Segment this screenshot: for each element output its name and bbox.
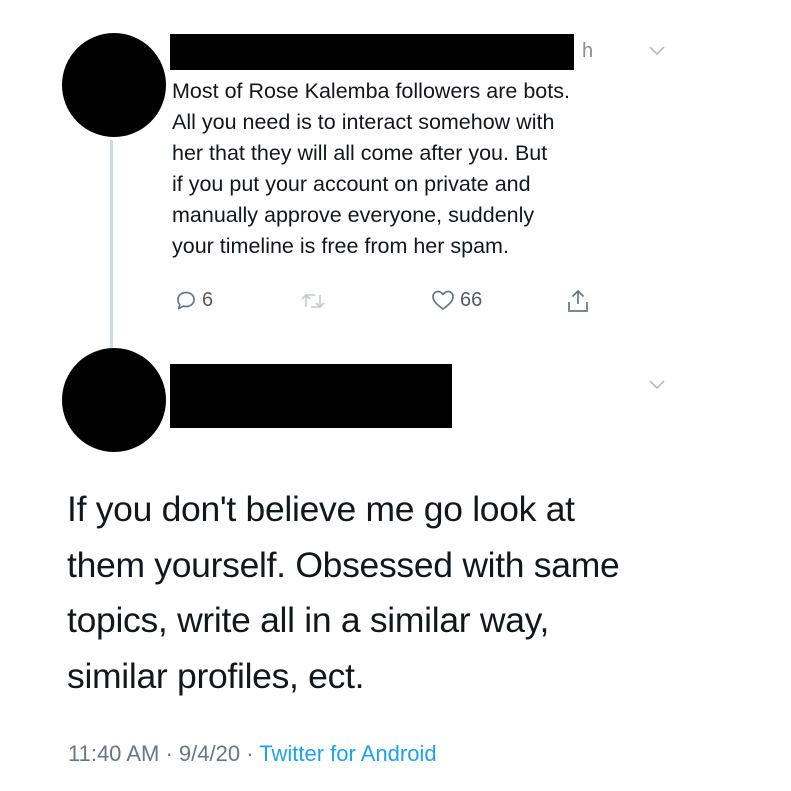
tweet-text: If you don't believe me go look at them … bbox=[67, 489, 620, 696]
reply-count: 6 bbox=[202, 288, 214, 311]
share-icon bbox=[568, 289, 588, 312]
thread-connector-line bbox=[110, 140, 113, 348]
chevron-down-icon[interactable] bbox=[648, 45, 666, 57]
reply-icon bbox=[177, 291, 195, 310]
retweet-icon bbox=[301, 293, 325, 309]
tweet-metadata: 11:40 AM · 9/4/20 · Twitter for Android bbox=[68, 741, 437, 767]
separator: · bbox=[246, 741, 254, 766]
chevron-down-icon[interactable] bbox=[648, 379, 666, 391]
header-fragment: h bbox=[582, 40, 594, 62]
share-button[interactable] bbox=[566, 288, 590, 314]
tweet-source-link[interactable]: Twitter for Android bbox=[259, 741, 436, 766]
reply-button[interactable]: 6 bbox=[174, 288, 213, 312]
heart-icon bbox=[432, 290, 454, 310]
like-count: 66 bbox=[460, 288, 483, 311]
avatar-redacted[interactable] bbox=[62, 348, 166, 452]
display-name-redaction bbox=[170, 364, 452, 428]
username-redaction bbox=[170, 34, 574, 70]
retweet-button[interactable] bbox=[300, 290, 326, 312]
tweet-time: 11:40 AM bbox=[68, 741, 160, 766]
like-button[interactable]: 66 bbox=[430, 288, 482, 312]
tweet-date: 9/4/20 bbox=[178, 741, 241, 766]
avatar-redacted[interactable] bbox=[62, 33, 166, 137]
tweet-text: Most of Rose Kalemba followers are bots.… bbox=[172, 79, 570, 258]
separator: · bbox=[165, 741, 173, 766]
